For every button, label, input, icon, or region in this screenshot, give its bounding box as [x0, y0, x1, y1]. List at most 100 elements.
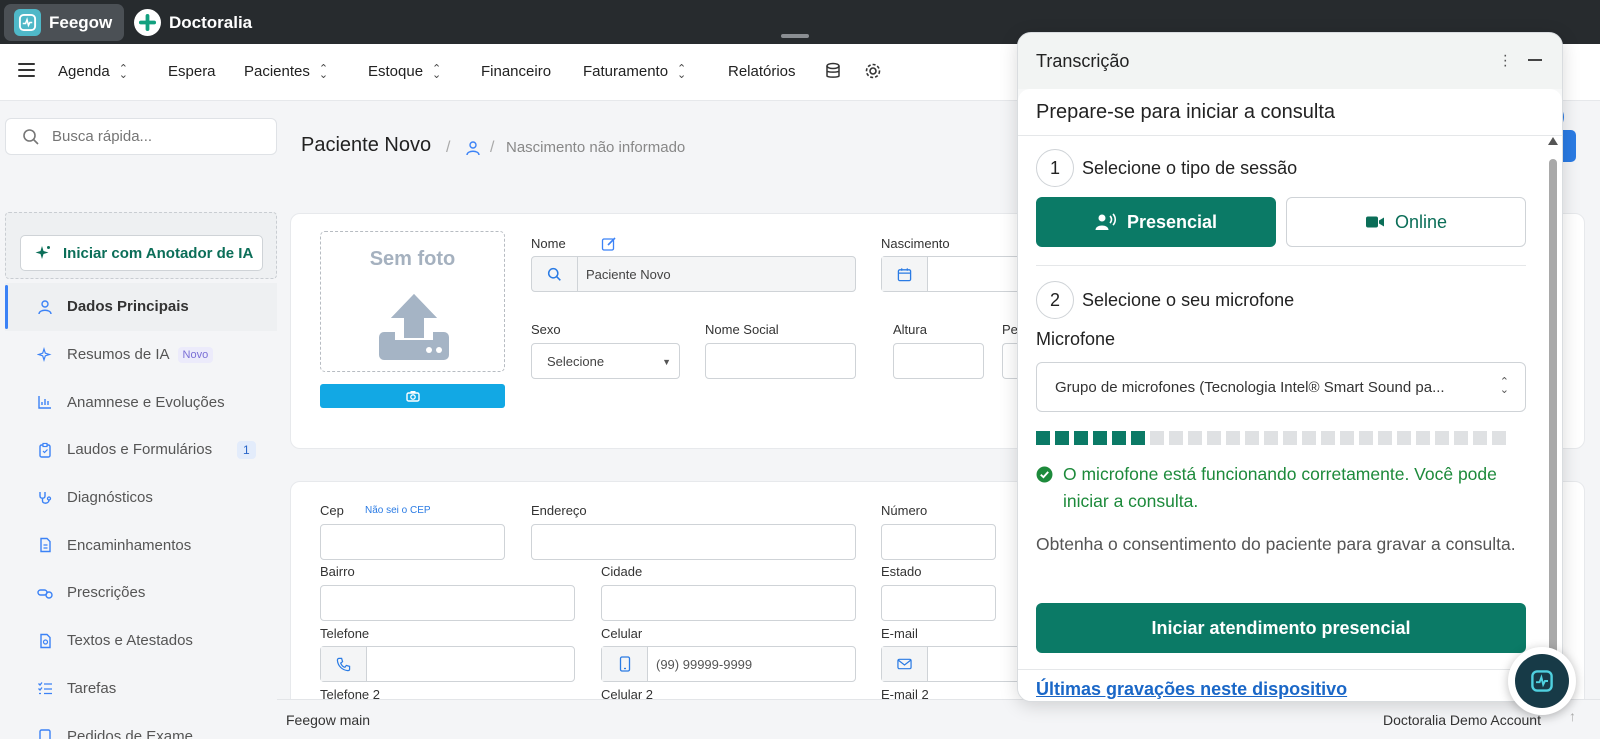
endereco-label: Endereço	[531, 503, 587, 518]
microphone-label: Microfone	[1036, 329, 1116, 349]
sidebar-item-resumos-ia[interactable]: Resumos de IA Novo	[5, 331, 277, 379]
no-photo-label: Sem foto	[369, 248, 456, 270]
meter-segment	[1036, 431, 1050, 445]
panel-header: Transcrição · · ·	[1018, 33, 1562, 89]
celular-label: Celular	[601, 626, 643, 641]
nome-social-label: Nome Social	[705, 322, 779, 337]
sidebar-item-encaminhamentos[interactable]: Encaminhamentos	[5, 521, 277, 569]
recent-recordings-link[interactable]: Últimas gravações neste dispositivo	[1036, 679, 1347, 700]
environment-label: Feegow main	[286, 712, 371, 728]
start-consultation-button[interactable]: Iniciar atendimento presencial	[1036, 603, 1526, 653]
online-button[interactable]: Online	[1286, 197, 1526, 247]
gear-icon[interactable]	[864, 62, 882, 80]
tab-label: Feegow	[49, 12, 113, 32]
nav-espera[interactable]: Espera	[168, 63, 216, 80]
breadcrumb-separator: /	[446, 139, 451, 156]
divider	[1018, 135, 1562, 136]
sidebar-item-anamnese[interactable]: Anamnese e Evoluções	[5, 378, 277, 426]
transcription-panel: Transcrição · · · Prepare-se para iniciar …	[1017, 32, 1563, 702]
nav-agenda[interactable]: Agenda ⌃ ⌄	[58, 63, 128, 80]
tab-feegow[interactable]: Feegow	[4, 4, 125, 41]
email-field[interactable]	[881, 646, 1017, 682]
step-number: 1	[1036, 149, 1074, 187]
document-icon	[40, 538, 51, 553]
sidebar-item-prescricoes[interactable]: Prescrições	[5, 569, 277, 617]
meter-segment	[1397, 431, 1411, 445]
user-icon	[466, 141, 480, 156]
prepare-title: Prepare-se para iniciar a consulta	[1036, 101, 1336, 123]
nome-label: Nome	[531, 236, 566, 251]
clipboard-icon	[39, 442, 51, 458]
cep-unknown-link[interactable]: Não sei o CEP	[365, 505, 431, 516]
meter-segment	[1359, 431, 1373, 445]
check-circle-icon	[1036, 466, 1053, 483]
panel-scrollbar[interactable]	[1548, 135, 1558, 695]
sidebar-item-diagnosticos[interactable]: Diagnósticos	[5, 474, 277, 522]
sidebar-item-textos[interactable]: Textos e Atestados	[5, 617, 277, 665]
scroll-top-icon[interactable]: ↑	[1569, 708, 1576, 724]
phone-icon-addon	[321, 647, 367, 681]
telefone-label: Telefone	[320, 626, 370, 641]
divider	[1018, 669, 1562, 670]
nome-field[interactable]: Paciente Novo	[531, 256, 856, 292]
consent-text: Obtenha o consentimento do paciente para…	[1036, 534, 1516, 554]
cidade-field[interactable]	[601, 585, 856, 621]
breadcrumb-separator: /	[490, 139, 495, 156]
meter-segment	[1074, 431, 1088, 445]
menu-icon[interactable]	[18, 63, 35, 77]
altura-field[interactable]	[893, 343, 984, 379]
celular-field[interactable]: (99) 99999-9999	[601, 646, 856, 682]
sidebar-item-laudos[interactable]: Laudos e Formulários 1	[5, 426, 277, 474]
sidebar-item-tarefas[interactable]: Tarefas	[5, 665, 277, 713]
quick-search[interactable]	[5, 118, 277, 155]
mail-icon	[897, 658, 912, 670]
count-badge: 1	[237, 440, 256, 459]
minimize-icon[interactable]	[1528, 59, 1542, 61]
nome-social-field[interactable]	[705, 343, 856, 379]
photo-upload-area[interactable]: Sem foto	[320, 231, 505, 372]
scrollbar-thumb[interactable]	[1549, 159, 1557, 689]
nav-estoque[interactable]: Estoque ⌃ ⌄	[368, 63, 441, 80]
cep-field[interactable]	[320, 524, 505, 560]
transcription-fab[interactable]	[1508, 647, 1576, 715]
calendar-icon	[897, 267, 912, 281]
peso-label: Pe	[1002, 322, 1018, 337]
sidebar-item-pedidos[interactable]: Pedidos de Exame	[5, 712, 277, 739]
camera-button[interactable]	[320, 384, 505, 408]
sidebar-item-dados-principais[interactable]: Dados Principais	[5, 283, 277, 331]
sexo-select[interactable]: Selecione ▼	[531, 343, 680, 379]
bairro-field[interactable]	[320, 585, 575, 621]
nav-pacientes[interactable]: Pacientes ⌃ ⌄	[244, 63, 328, 80]
stethoscope-icon	[39, 491, 52, 504]
nav-relatorios[interactable]: Relatórios	[728, 63, 796, 80]
certificate-icon	[40, 633, 51, 648]
scroll-up-arrow-icon[interactable]	[1548, 137, 1558, 145]
estado-field[interactable]	[881, 585, 996, 621]
mobile-icon-addon	[602, 647, 648, 681]
nav-financeiro[interactable]: Financeiro	[481, 63, 551, 80]
tab-doctoralia[interactable]: Doctoralia	[124, 4, 264, 41]
endereco-field[interactable]	[531, 524, 856, 560]
peso-field[interactable]	[1002, 343, 1017, 379]
more-options-icon[interactable]: · · ·	[1503, 48, 1508, 74]
meter-segment	[1302, 431, 1316, 445]
sparkle-icon	[35, 246, 50, 259]
microphone-level-meter	[1036, 431, 1526, 445]
ai-annotator-button[interactable]: Iniciar com Anotador de IA	[20, 235, 263, 271]
database-icon[interactable]	[824, 62, 842, 80]
feegow-assistant-icon	[1515, 654, 1569, 708]
telefone-field[interactable]	[320, 646, 575, 682]
nascimento-field[interactable]	[881, 256, 1017, 292]
microphone-select[interactable]: Grupo de microfones (Tecnologia Intel® S…	[1036, 362, 1526, 412]
numero-field[interactable]	[881, 524, 996, 560]
presencial-button[interactable]: Presencial	[1036, 197, 1276, 247]
pills-icon	[37, 589, 53, 599]
edit-icon[interactable]	[601, 236, 617, 252]
search-input[interactable]	[52, 128, 252, 145]
cidade-label: Cidade	[601, 564, 643, 579]
drag-handle[interactable]	[781, 34, 809, 38]
meter-segment	[1093, 431, 1107, 445]
caret-down-icon: ▼	[662, 357, 671, 367]
nav-faturamento[interactable]: Faturamento ⌃ ⌄	[583, 63, 686, 80]
meter-segment	[1188, 431, 1202, 445]
